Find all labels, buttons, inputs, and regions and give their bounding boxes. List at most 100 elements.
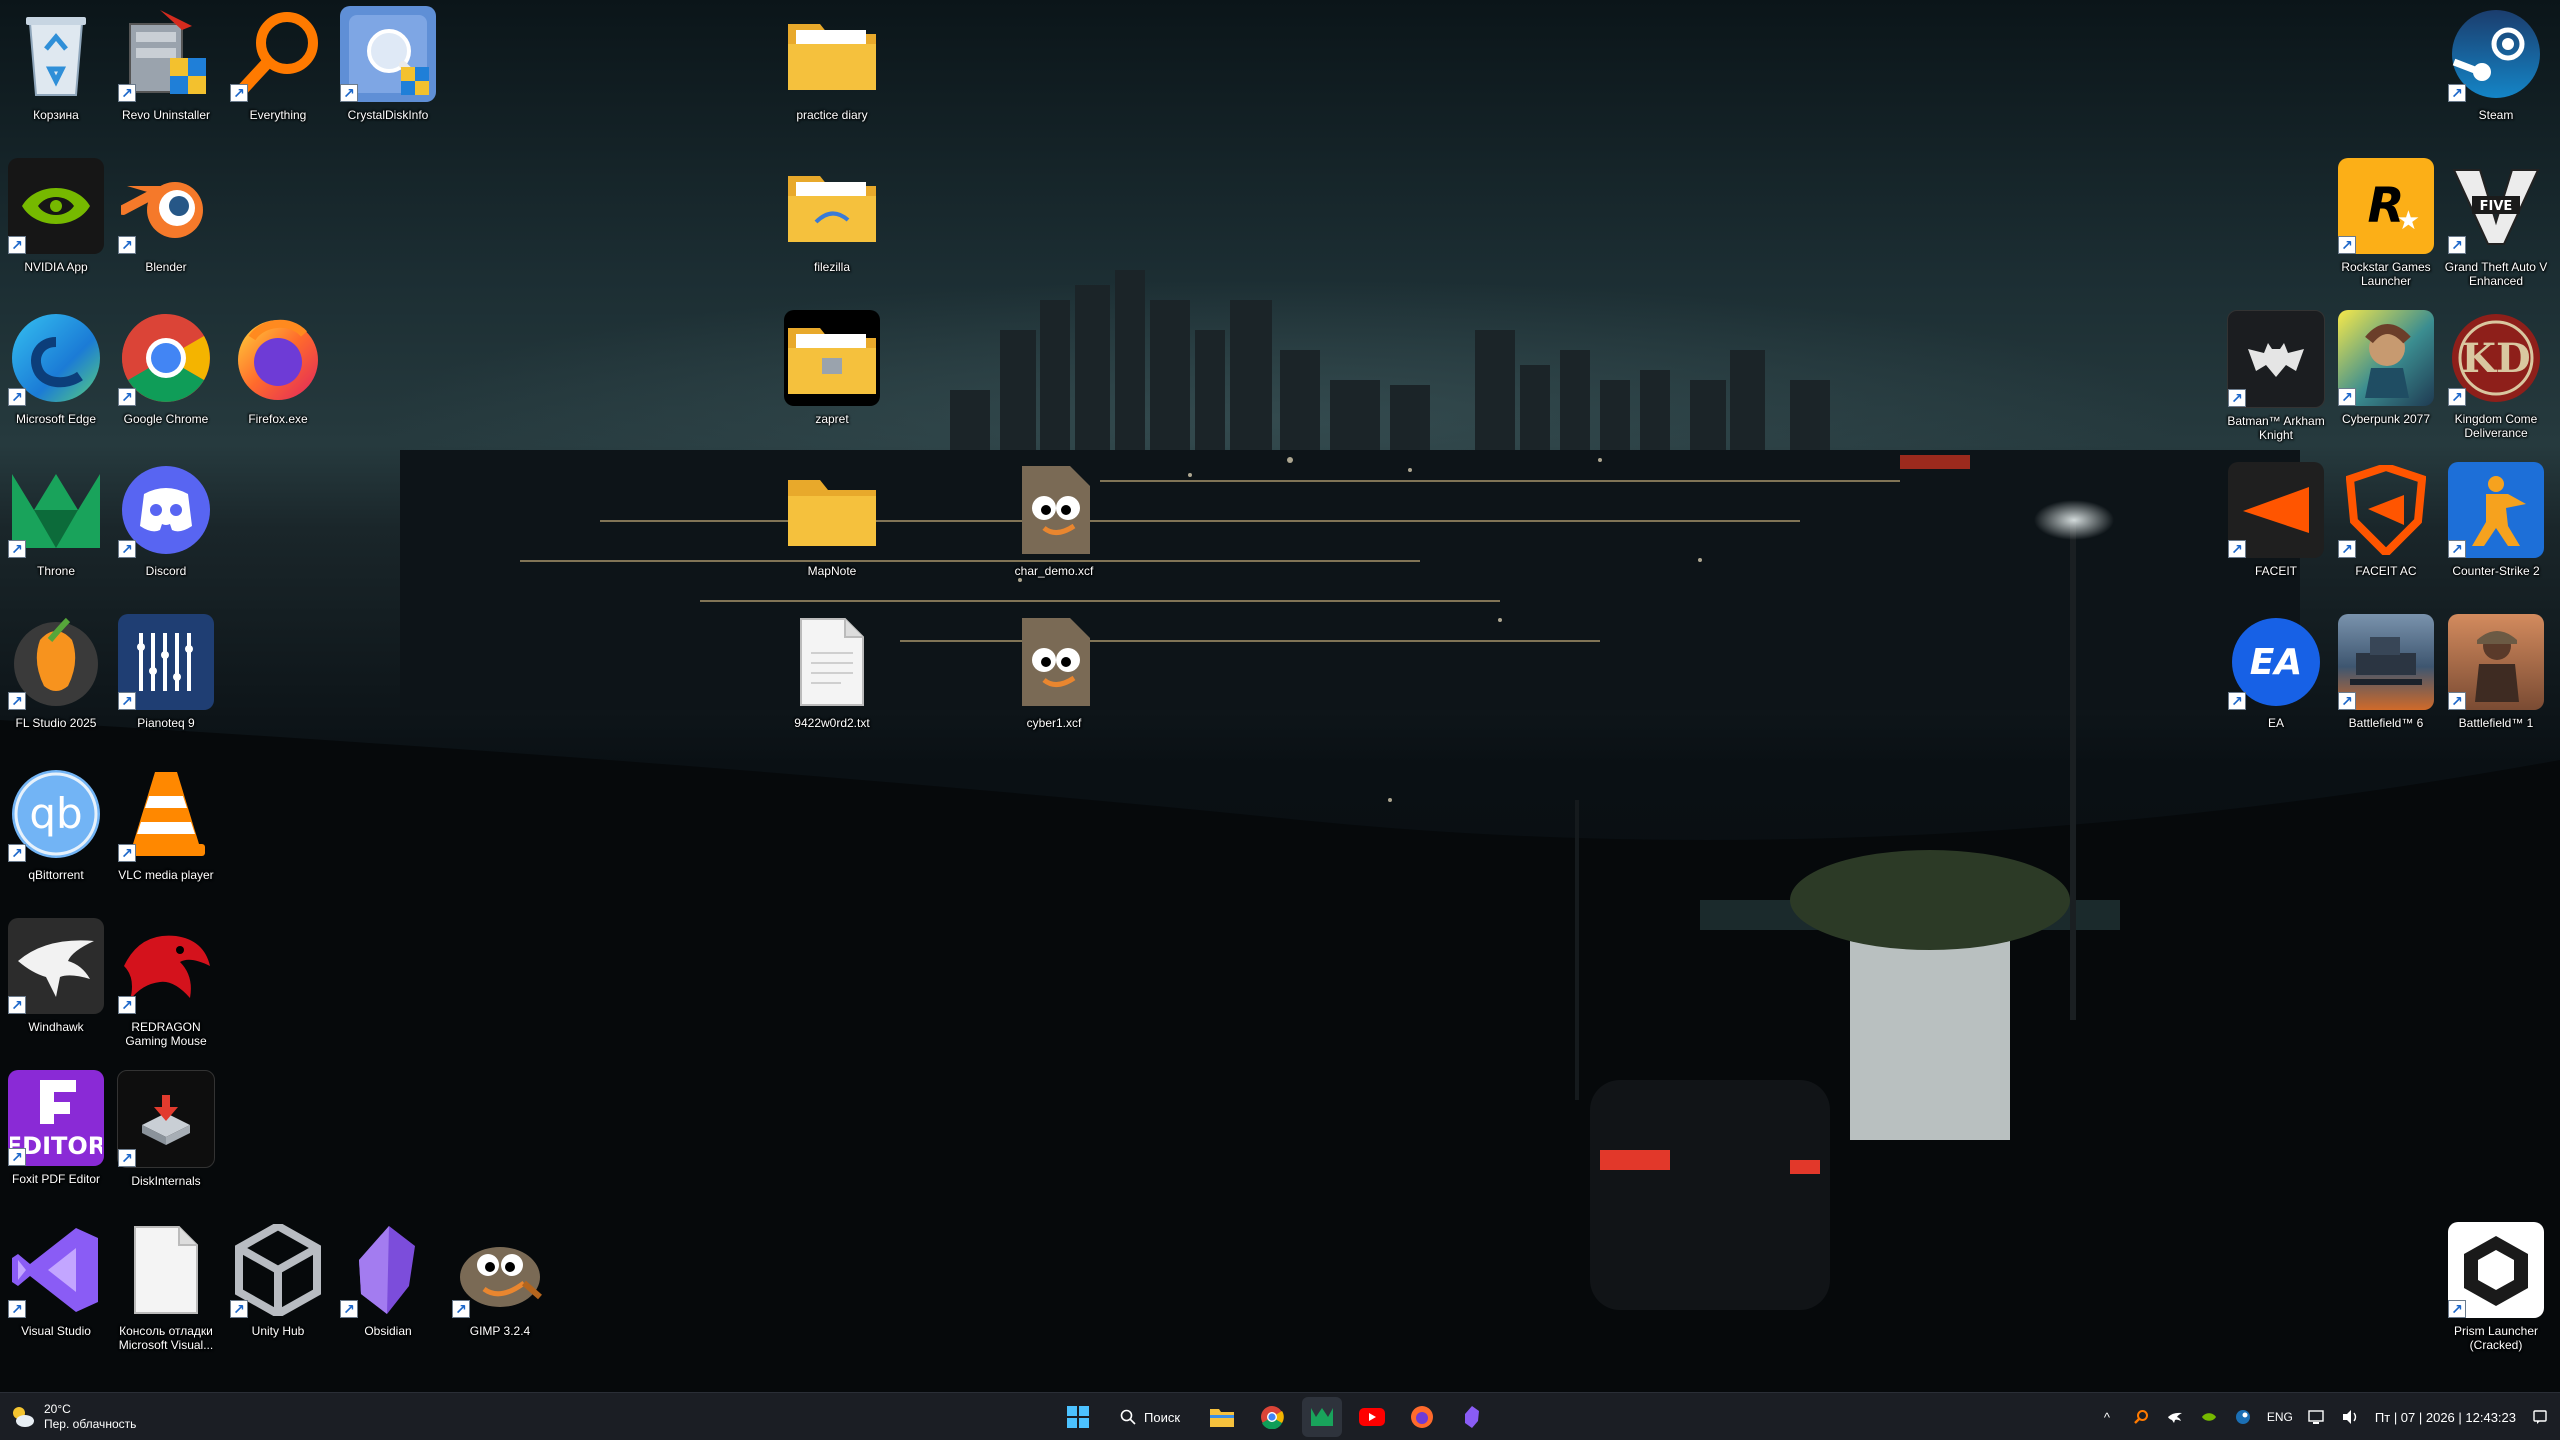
shortcut-arrow-icon: ↗ xyxy=(118,692,136,710)
shortcut-arrow-icon: ↗ xyxy=(8,388,26,406)
icon-label: qBittorrent xyxy=(28,868,84,882)
start-button[interactable] xyxy=(1058,1397,1098,1437)
diskinternals-icon: ↗ xyxy=(117,1070,215,1168)
desktop-icon-char-demo-xcf[interactable]: char_demo.xcf xyxy=(998,462,1110,578)
shortcut-arrow-icon: ↗ xyxy=(2228,540,2246,558)
partly-cloudy-icon xyxy=(13,1407,34,1427)
volume-icon[interactable] xyxy=(2341,1407,2361,1427)
desktop-icon-kingdom-come[interactable]: KD ↗ Kingdom Come Deliverance xyxy=(2440,310,2552,440)
weather-condition: Пер. облачность xyxy=(44,1417,137,1431)
desktop-icon-qbittorrent[interactable]: qb ↗ qBittorrent xyxy=(0,766,112,882)
crystaldiskinfo-icon: ↗ xyxy=(340,6,436,102)
desktop-icon-battlefield-6[interactable]: ↗ Battlefield™ 6 xyxy=(2330,614,2442,730)
shortcut-arrow-icon: ↗ xyxy=(118,844,136,862)
desktop-icon-visual-studio[interactable]: ↗ Visual Studio xyxy=(0,1222,112,1338)
icon-label: char_demo.xcf xyxy=(1014,564,1094,578)
desktop-icon-mapnote[interactable]: MapNote xyxy=(776,462,888,578)
icon-label: Battlefield™ 6 xyxy=(2348,716,2424,730)
desktop-icon-faceit[interactable]: ↗ FACEIT xyxy=(2220,462,2332,578)
icon-label: Pianoteq 9 xyxy=(137,716,195,730)
desktop-icon-windhawk[interactable]: ↗ Windhawk xyxy=(0,918,112,1034)
steam-tray-icon[interactable] xyxy=(2233,1407,2253,1427)
desktop-icon-gimp[interactable]: ↗ GIMP 3.2.4 xyxy=(444,1222,556,1338)
desktop-icon-edge[interactable]: ↗ Microsoft Edge xyxy=(0,310,112,426)
desktop-icon-batman[interactable]: ↗ Batman™ Arkham Knight xyxy=(2220,310,2332,442)
shortcut-arrow-icon: ↗ xyxy=(230,84,248,102)
desktop-icon-practice-diary[interactable]: practice diary xyxy=(776,6,888,122)
everything-tray-icon[interactable] xyxy=(2131,1407,2151,1427)
gta-v-icon: FIVE ↗ xyxy=(2448,158,2544,254)
clock-datetime[interactable]: Пт | 07 | 2026 | 12:43:23 xyxy=(2375,1410,2516,1425)
prism-launcher-icon: ↗ xyxy=(2448,1222,2544,1318)
desktop-icon-chrome[interactable]: ↗ Google Chrome xyxy=(110,310,222,426)
desktop-icon-gta-v[interactable]: FIVE ↗ Grand Theft Auto V Enhanced xyxy=(2440,158,2552,288)
firefox-icon xyxy=(230,310,326,406)
desktop-icon-blender[interactable]: ↗ Blender xyxy=(110,158,222,274)
desktop-icon-obsidian[interactable]: ↗ Obsidian xyxy=(332,1222,444,1338)
icon-label: practice diary xyxy=(796,108,868,122)
taskbar-throne[interactable] xyxy=(1302,1397,1343,1437)
desktop-icon-discord[interactable]: ↗ Discord xyxy=(110,462,222,578)
desktop-icon-nvidia-app[interactable]: ↗ NVIDIA App xyxy=(0,158,112,274)
weather-widget[interactable]: 20°C Пер. облачность xyxy=(10,1399,136,1435)
language-indicator[interactable]: ENG xyxy=(2267,1410,2293,1424)
desktop-icon-text-file[interactable]: 9422w0rd2.txt xyxy=(776,614,888,730)
icon-label: VLC media player xyxy=(118,868,214,882)
qbittorrent-icon: qb ↗ xyxy=(8,766,104,862)
desktop-icon-diskinternals[interactable]: ↗ DiskInternals xyxy=(110,1070,222,1188)
text-file-icon xyxy=(784,614,880,710)
icon-label: MapNote xyxy=(807,564,857,578)
desktop-icon-rockstar-launcher[interactable]: R ★ ↗ Rockstar Games Launcher xyxy=(2330,158,2442,288)
desktop-icon-battlefield-1[interactable]: ↗ Battlefield™ 1 xyxy=(2440,614,2552,730)
desktop-icon-fl-studio[interactable]: ↗ FL Studio 2025 xyxy=(0,614,112,730)
throne-icon xyxy=(1311,1408,1334,1426)
desktop-icon-zapret[interactable]: zapret xyxy=(776,310,888,426)
gimp-file-icon xyxy=(1006,462,1102,558)
desktop-icon-filezilla[interactable]: filezilla xyxy=(776,158,888,274)
taskbar-file-explorer[interactable] xyxy=(1202,1397,1242,1437)
desktop-icon-recycle-bin[interactable]: Корзина xyxy=(0,6,112,122)
icon-label: DiskInternals xyxy=(131,1174,201,1188)
desktop-icon-unity-hub[interactable]: ↗ Unity Hub xyxy=(222,1222,334,1338)
visual-studio-icon: ↗ xyxy=(8,1222,104,1318)
desktop-icon-vs-debug-console[interactable]: Консоль отладки Microsoft Visual... xyxy=(110,1222,222,1352)
taskbar-firefox[interactable] xyxy=(1402,1397,1442,1437)
shortcut-arrow-icon: ↗ xyxy=(340,84,358,102)
icon-label: NVIDIA App xyxy=(24,260,88,274)
desktop-icon-throne[interactable]: ↗ Throne xyxy=(0,462,112,578)
desktop-icon-vlc[interactable]: ↗ VLC media player xyxy=(110,766,222,882)
desktop-icon-cyberpunk[interactable]: ↗ Cyberpunk 2077 xyxy=(2330,310,2442,426)
desktop-icon-pianoteq[interactable]: ↗ Pianoteq 9 xyxy=(110,614,222,730)
taskbar-youtube[interactable] xyxy=(1352,1397,1392,1437)
windhawk-tray-icon[interactable] xyxy=(2165,1407,2185,1427)
taskbar-chrome[interactable] xyxy=(1252,1397,1292,1437)
shortcut-arrow-icon: ↗ xyxy=(8,692,26,710)
icon-label: Grand Theft Auto V Enhanced xyxy=(2444,260,2548,288)
folder-icon xyxy=(784,158,880,254)
icon-label: GIMP 3.2.4 xyxy=(469,1324,531,1338)
desktop-icon-everything[interactable]: ↗ Everything xyxy=(222,6,334,122)
desktop-icon-prism-launcher[interactable]: ↗ Prism Launcher (Cracked) xyxy=(2440,1222,2552,1352)
counter-strike-icon: ↗ xyxy=(2448,462,2544,558)
svg-text:EA: EA xyxy=(2250,642,2302,683)
desktop-icon-faceit-ac[interactable]: ↗ FACEIT AC xyxy=(2330,462,2442,578)
desktop-icon-revo-uninstaller[interactable]: ↗ Revo Uninstaller xyxy=(110,6,222,122)
chevron-up-icon[interactable]: ^ xyxy=(2097,1407,2117,1427)
nvidia-tray-icon[interactable] xyxy=(2199,1407,2219,1427)
taskbar-search[interactable]: Поиск xyxy=(1108,1399,1192,1435)
desktop-icon-redragon[interactable]: ↗ REDRAGON Gaming Mouse xyxy=(110,918,222,1048)
desktop-icon-cyber1-xcf[interactable]: cyber1.xcf xyxy=(998,614,1110,730)
taskbar-obsidian[interactable] xyxy=(1452,1397,1492,1437)
desktop-icon-crystaldiskinfo[interactable]: ↗ CrystalDiskInfo xyxy=(332,6,444,122)
desktop-icon-foxit[interactable]: EDITOR ↗ Foxit PDF Editor xyxy=(0,1070,112,1186)
shortcut-arrow-icon: ↗ xyxy=(8,996,26,1014)
desktop-icon-steam[interactable]: ↗ Steam xyxy=(2440,6,2552,122)
icon-label: Firefox.exe xyxy=(248,412,308,426)
desktop-icon-firefox[interactable]: Firefox.exe xyxy=(222,310,334,426)
throne-icon: ↗ xyxy=(8,462,104,558)
icon-label: Everything xyxy=(249,108,307,122)
desktop-icon-ea[interactable]: EA ↗ EA xyxy=(2220,614,2332,730)
network-icon[interactable] xyxy=(2307,1407,2327,1427)
desktop-icon-counter-strike-2[interactable]: ↗ Counter-Strike 2 xyxy=(2440,462,2552,578)
notifications-icon[interactable] xyxy=(2530,1407,2550,1427)
